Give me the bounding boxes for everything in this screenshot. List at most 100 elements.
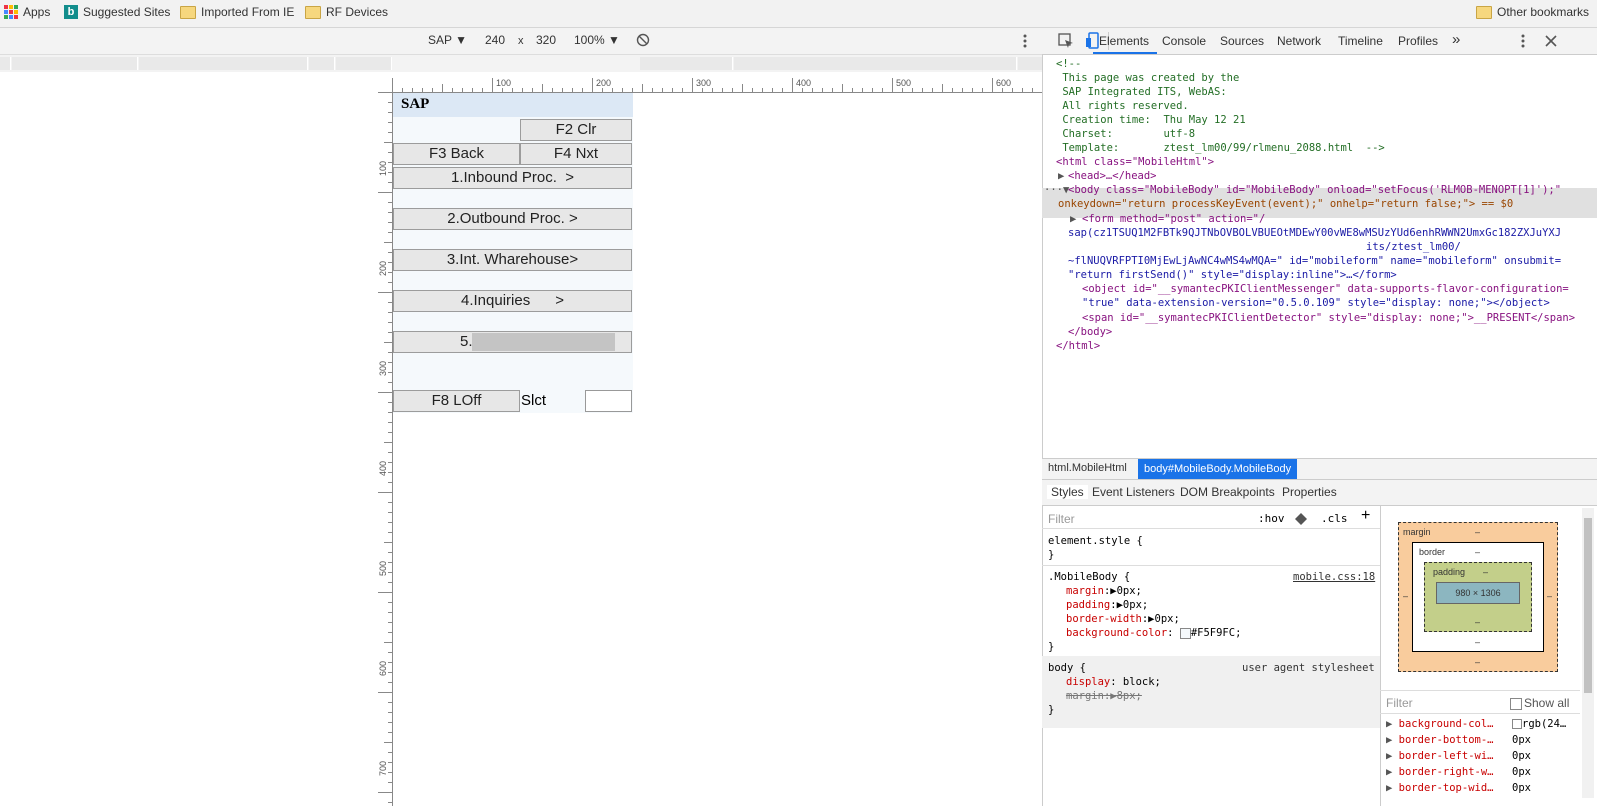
media-query-segment[interactable] [734, 57, 1017, 70]
menu-inquiries-button[interactable]: 4.Inquiries > [393, 290, 632, 312]
computed-filter-input[interactable]: Filter [1386, 696, 1413, 710]
rotate-icon[interactable] [636, 33, 650, 47]
f4-next-button[interactable]: F4 Nxt [520, 143, 632, 165]
dom-comment-line: Charset: utf-8 [1056, 128, 1196, 140]
horizontal-ruler-ticks [392, 78, 1033, 92]
f3-back-button[interactable]: F3 Back [393, 143, 520, 165]
tab-properties[interactable]: Properties [1282, 485, 1337, 499]
zoom-select[interactable]: 100% ▼ [574, 33, 620, 47]
element-style-selector[interactable]: element.style { [1048, 535, 1143, 547]
scrollbar-thumb[interactable] [1584, 518, 1592, 693]
dom-html-node[interactable]: <html class="MobileHtml"> [1056, 156, 1214, 168]
computed-property[interactable]: ▶ background-col… [1386, 718, 1493, 730]
dom-comment-line: <!-- [1056, 58, 1082, 70]
css-property[interactable]: padding:▶0px; [1066, 599, 1148, 611]
folder-icon [180, 5, 196, 19]
media-query-segment[interactable] [12, 57, 138, 70]
tab-event-listeners[interactable]: Event Listeners [1092, 485, 1175, 499]
show-all-checkbox[interactable] [1510, 698, 1522, 710]
stylesheet-link[interactable]: mobile.css:18 [1293, 571, 1375, 583]
device-width-input[interactable]: 240 [485, 33, 505, 47]
device-select[interactable]: SAP ▼ [428, 33, 467, 47]
menu-outbound-button[interactable]: 2.Outbound Proc. > [393, 208, 632, 230]
folder-icon [305, 5, 321, 19]
bookmark-rf-devices[interactable]: RF Devices [305, 5, 388, 19]
media-query-segment[interactable] [0, 57, 11, 70]
apps-grid-icon [4, 5, 18, 19]
tab-styles[interactable]: Styles [1047, 485, 1088, 499]
bookmark-imported-from-ie[interactable]: Imported From IE [180, 5, 294, 19]
body-selector[interactable]: body { [1048, 662, 1086, 674]
tab-elements[interactable]: Elements [1099, 34, 1149, 48]
tab-profiles[interactable]: Profiles [1398, 34, 1438, 48]
css-property-overridden: margin:▶8px; [1066, 690, 1142, 702]
dom-body-node[interactable]: <body class="MobileBody" id="MobileBody"… [1068, 184, 1561, 196]
bookmark-other[interactable]: Other bookmarks [1476, 5, 1589, 19]
rule-close-brace: } [1048, 549, 1055, 561]
dom-form-node[interactable]: <form method="post" action="/ [1082, 213, 1265, 225]
paint-icon[interactable] [1294, 512, 1308, 526]
collapse-arrow-icon[interactable]: ···▼ [1044, 184, 1069, 196]
bookmark-apps[interactable]: Apps [4, 5, 50, 19]
dom-object-node[interactable]: <object id="__symantecPKIClientMessenger… [1082, 283, 1569, 295]
inspect-element-icon[interactable] [1058, 33, 1074, 49]
dom-body-node-cont[interactable]: onkeydown="return processKeyEvent(event)… [1058, 198, 1513, 210]
dom-head-node[interactable]: <head>…</head> [1068, 170, 1157, 182]
box-content-size[interactable]: 980 × 1306 [1436, 582, 1520, 604]
computed-property[interactable]: ▶ border-bottom-… [1386, 734, 1493, 746]
dom-form-node-cont: ~flNUQVRFPTI0MjEwLjAwNC4wMS4wMQA=" id="m… [1068, 255, 1562, 267]
divider [1380, 690, 1580, 691]
media-query-segment[interactable] [309, 57, 335, 70]
menu-int-warehouse-button[interactable]: 3.Int. Wharehouse> [393, 249, 632, 271]
breadcrumb-body[interactable]: body#MobileBody.MobileBody [1138, 459, 1298, 479]
css-property[interactable]: border-width:▶0px; [1066, 613, 1180, 625]
device-mode-icon[interactable] [1086, 32, 1100, 49]
tab-sources[interactable]: Sources [1220, 34, 1264, 48]
more-options-icon[interactable] [1022, 33, 1028, 49]
class-toggle-button[interactable]: .cls [1321, 512, 1348, 525]
f8-logoff-button[interactable]: F8 LOff [393, 390, 520, 412]
hover-state-button[interactable]: :hov [1258, 512, 1285, 525]
dom-comment-line: Template: ztest_lm00/99/rlmenu_2088.html… [1056, 142, 1385, 154]
computed-value: 0px [1512, 734, 1531, 746]
dom-body-close: </body> [1068, 326, 1113, 338]
menu-5-button[interactable]: 5. [393, 331, 632, 353]
active-tab-indicator [1093, 52, 1157, 54]
tab-dom-breakpoints[interactable]: DOM Breakpoints [1180, 485, 1275, 499]
device-height-input[interactable]: 320 [536, 33, 556, 47]
computed-property[interactable]: ▶ border-top-wid… [1386, 782, 1493, 794]
expand-arrow-icon[interactable]: ▶ [1058, 170, 1064, 182]
ua-stylesheet-label: user agent stylesheet [1242, 662, 1375, 674]
bookmark-suggested-sites[interactable]: b Suggested Sites [64, 5, 170, 19]
computed-property[interactable]: ▶ border-right-w… [1386, 766, 1493, 778]
close-devtools-icon[interactable] [1545, 35, 1557, 47]
select-input[interactable] [585, 390, 632, 412]
f2-clear-button[interactable]: F2 Clr [520, 119, 632, 141]
customize-menu-icon[interactable] [1520, 33, 1526, 49]
css-property[interactable]: background-color: #F5F9FC; [1066, 627, 1241, 639]
css-property[interactable]: margin:▶0px; [1066, 585, 1142, 597]
dom-span-node[interactable]: <span id="__symantecPKIClientDetector" s… [1082, 312, 1575, 324]
expand-arrow-icon[interactable]: ▶ [1070, 213, 1076, 225]
media-query-segment[interactable] [640, 57, 733, 70]
tab-console[interactable]: Console [1162, 34, 1206, 48]
color-swatch[interactable] [1179, 627, 1191, 639]
new-rule-button[interactable]: + [1361, 507, 1370, 525]
tab-timeline[interactable]: Timeline [1338, 34, 1383, 48]
computed-property[interactable]: ▶ border-left-wi… [1386, 750, 1493, 762]
divider [1380, 713, 1580, 714]
breadcrumb-html[interactable]: html.MobileHtml [1048, 462, 1127, 474]
media-query-segment[interactable] [336, 57, 392, 70]
color-swatch [1512, 719, 1522, 729]
styles-pane-tabs: Styles Event Listeners DOM Breakpoints P… [1042, 480, 1597, 506]
media-query-segment[interactable] [139, 57, 308, 70]
vertical-ruler-ticks [378, 92, 392, 803]
tab-network[interactable]: Network [1277, 34, 1321, 48]
styles-filter-input[interactable]: Filter [1048, 512, 1075, 526]
media-query-segment[interactable] [1018, 57, 1043, 70]
mobilebody-selector[interactable]: .MobileBody { [1048, 571, 1130, 583]
menu-inbound-button[interactable]: 1.Inbound Proc. > [393, 167, 632, 189]
styles-scrollbar[interactable] [1582, 508, 1594, 798]
more-tabs-button[interactable]: » [1452, 31, 1460, 48]
rule-close-brace: } [1048, 704, 1055, 716]
